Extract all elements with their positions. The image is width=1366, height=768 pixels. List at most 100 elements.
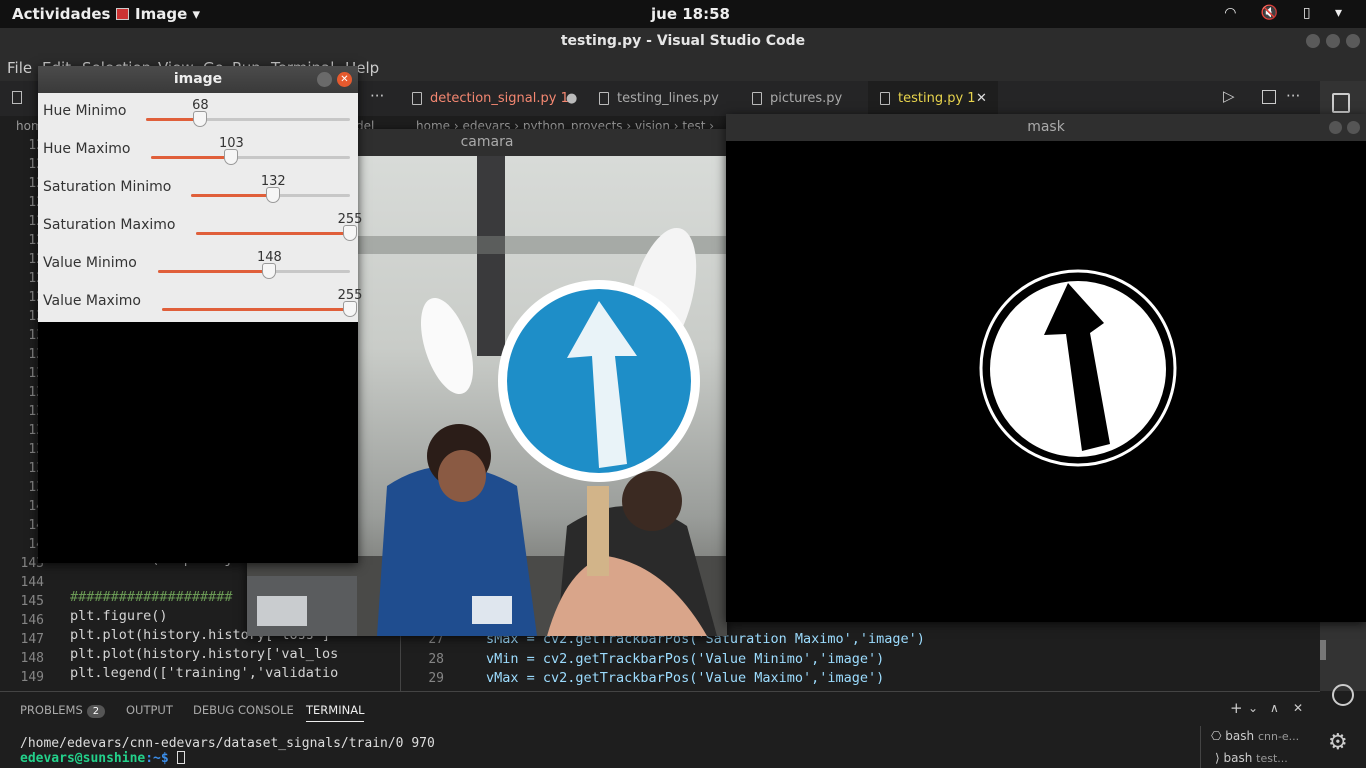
code-line[interactable]: #################### [70, 588, 233, 607]
terminal-detail: test... [1256, 752, 1288, 765]
problem-count: 1 [967, 91, 976, 106]
slider-value: 255 [337, 288, 363, 303]
slider-handle[interactable] [262, 263, 277, 279]
files-icon[interactable] [1332, 93, 1350, 113]
trackbar-hue-min: Hue Minimo 68 [38, 93, 358, 131]
line-number: 149 [20, 670, 44, 685]
slider-handle[interactable] [224, 149, 239, 165]
tab-testing[interactable]: testing.py 1 ✕ [868, 81, 998, 116]
tab-problems[interactable]: PROBLEMS 2 [20, 703, 106, 718]
slider-fill [151, 156, 232, 159]
close-panel-icon[interactable]: ✕ [1293, 701, 1303, 715]
trackbar-value-max: Value Maximo 255 [38, 283, 362, 321]
slider-track[interactable]: 68 [146, 98, 350, 127]
tab-detection-signal[interactable]: detection_signal.py 1 ● [400, 81, 586, 116]
image-window[interactable]: image ✕ Hue Minimo 68 Hue Maximo 103 Sat… [38, 66, 362, 563]
run-icon[interactable]: ▷ [1223, 87, 1235, 105]
code-line[interactable]: vMin = cv2.getTrackbarPos('Value Minimo'… [486, 650, 884, 669]
tab-testing-lines[interactable]: testing_lines.py [587, 81, 737, 116]
slider-fill [162, 308, 350, 311]
bottom-panel: PROBLEMS 2 OUTPUT DEBUG CONSOLE TERMINAL … [0, 691, 1320, 768]
line-number: 146 [20, 613, 44, 628]
maximize-panel-icon[interactable]: ∧ [1270, 701, 1279, 715]
slider-value: 103 [218, 136, 244, 151]
slider-value: 68 [192, 98, 209, 113]
line-number: 144 [20, 575, 44, 590]
terminal-item[interactable]: ⟩ bash test... [1215, 751, 1288, 765]
clock[interactable]: jue 18:58 [651, 5, 730, 23]
slider-track[interactable]: 255 [196, 212, 362, 241]
slider-track[interactable]: 148 [158, 250, 350, 279]
tab-terminal[interactable]: TERMINAL [306, 703, 365, 722]
window-title: image [173, 71, 223, 87]
trackbar-saturation-min: Saturation Minimo 132 [38, 169, 358, 207]
account-icon[interactable] [1332, 684, 1354, 706]
slider-handle[interactable] [343, 301, 357, 317]
line-number: 147 [20, 632, 44, 647]
slider-track[interactable]: 132 [191, 174, 350, 203]
prompt-user: edevars@sunshine [20, 751, 146, 766]
close-tab-icon[interactable]: ✕ [976, 81, 987, 116]
chevron-down-icon[interactable]: ⌄ [1248, 701, 1258, 715]
tab-label: pictures.py [770, 91, 843, 106]
trackbar-label: Value Maximo [43, 293, 141, 309]
code-line[interactable]: plt.figure() [70, 607, 168, 626]
line-number: 145 [20, 594, 44, 609]
tab-label: testing.py [898, 91, 964, 106]
code-line[interactable]: plt.legend(['training','validatio [70, 664, 338, 683]
code-line[interactable]: plt.plot(history.history['val_los [70, 645, 338, 664]
more-icon[interactable]: ··· [370, 87, 384, 105]
terminal-prompt[interactable]: edevars@sunshine:~$ [20, 751, 185, 766]
more-icon[interactable]: ··· [1286, 87, 1300, 105]
image-titlebar[interactable]: image ✕ [38, 66, 358, 93]
split-editor-icon[interactable] [1262, 90, 1276, 104]
right-tab-bar: detection_signal.py 1 ● testing_lines.py… [400, 81, 1366, 116]
tab-pictures[interactable]: pictures.py [740, 81, 868, 116]
close-icon[interactable] [1346, 34, 1360, 48]
slider-handle[interactable] [343, 225, 357, 241]
tab-output[interactable]: OUTPUT [126, 703, 173, 717]
minimize-icon[interactable] [317, 72, 332, 87]
new-terminal-icon[interactable]: + [1230, 699, 1243, 717]
mask-window[interactable]: mask [726, 114, 1366, 622]
tab-label: detection_signal.py [430, 91, 557, 106]
slider-fill [191, 194, 274, 197]
image-app-icon [116, 8, 129, 20]
trackbar-label: Hue Minimo [43, 103, 127, 119]
trackbar-label: Saturation Maximo [43, 217, 176, 233]
slider-track[interactable]: 103 [151, 136, 350, 165]
trackbar-label: Value Minimo [43, 255, 137, 271]
activities-button[interactable]: Actividades [12, 5, 110, 23]
system-tray[interactable]: ◠ 🔇 ▯ ▾ [1224, 5, 1352, 21]
terminal-label: bash [1225, 729, 1255, 743]
file-icon [412, 92, 422, 105]
gear-icon[interactable]: ⚙ [1328, 730, 1348, 755]
terminal-item[interactable]: ⎔ bash cnn-e... [1211, 729, 1299, 743]
code-line[interactable]: vMax = cv2.getTrackbarPos('Value Maximo'… [486, 669, 884, 688]
mask-view [726, 141, 1366, 622]
slider-track[interactable]: 255 [162, 288, 362, 317]
mask-titlebar[interactable]: mask [726, 114, 1366, 141]
app-menu[interactable]: Image ▾ [116, 5, 200, 23]
trackbar-panel: Hue Minimo 68 Hue Maximo 103 Saturation … [38, 93, 362, 322]
minimize-icon[interactable] [1329, 121, 1342, 134]
close-icon[interactable] [1347, 121, 1360, 134]
slider-handle[interactable] [266, 187, 281, 203]
menu-file[interactable]: File [7, 59, 32, 77]
window-title: testing.py - Visual Studio Code [560, 33, 806, 49]
file-icon [752, 92, 762, 105]
close-icon[interactable]: ✕ [337, 72, 352, 87]
slider-handle[interactable] [193, 111, 208, 127]
scrollbar-thumb[interactable] [1320, 640, 1326, 660]
cursor [176, 751, 185, 764]
dirty-dot-icon[interactable]: ● [566, 81, 577, 116]
trackbar-label: Saturation Minimo [43, 179, 172, 195]
maximize-icon[interactable] [1326, 34, 1340, 48]
file-icon [880, 92, 890, 105]
mask-image [979, 269, 1177, 467]
line-number: 28 [428, 652, 444, 667]
trackbar-label: Hue Maximo [43, 141, 131, 157]
tab-debug-console[interactable]: DEBUG CONSOLE [193, 703, 294, 717]
minimize-icon[interactable] [1306, 34, 1320, 48]
line-number: 29 [428, 671, 444, 686]
